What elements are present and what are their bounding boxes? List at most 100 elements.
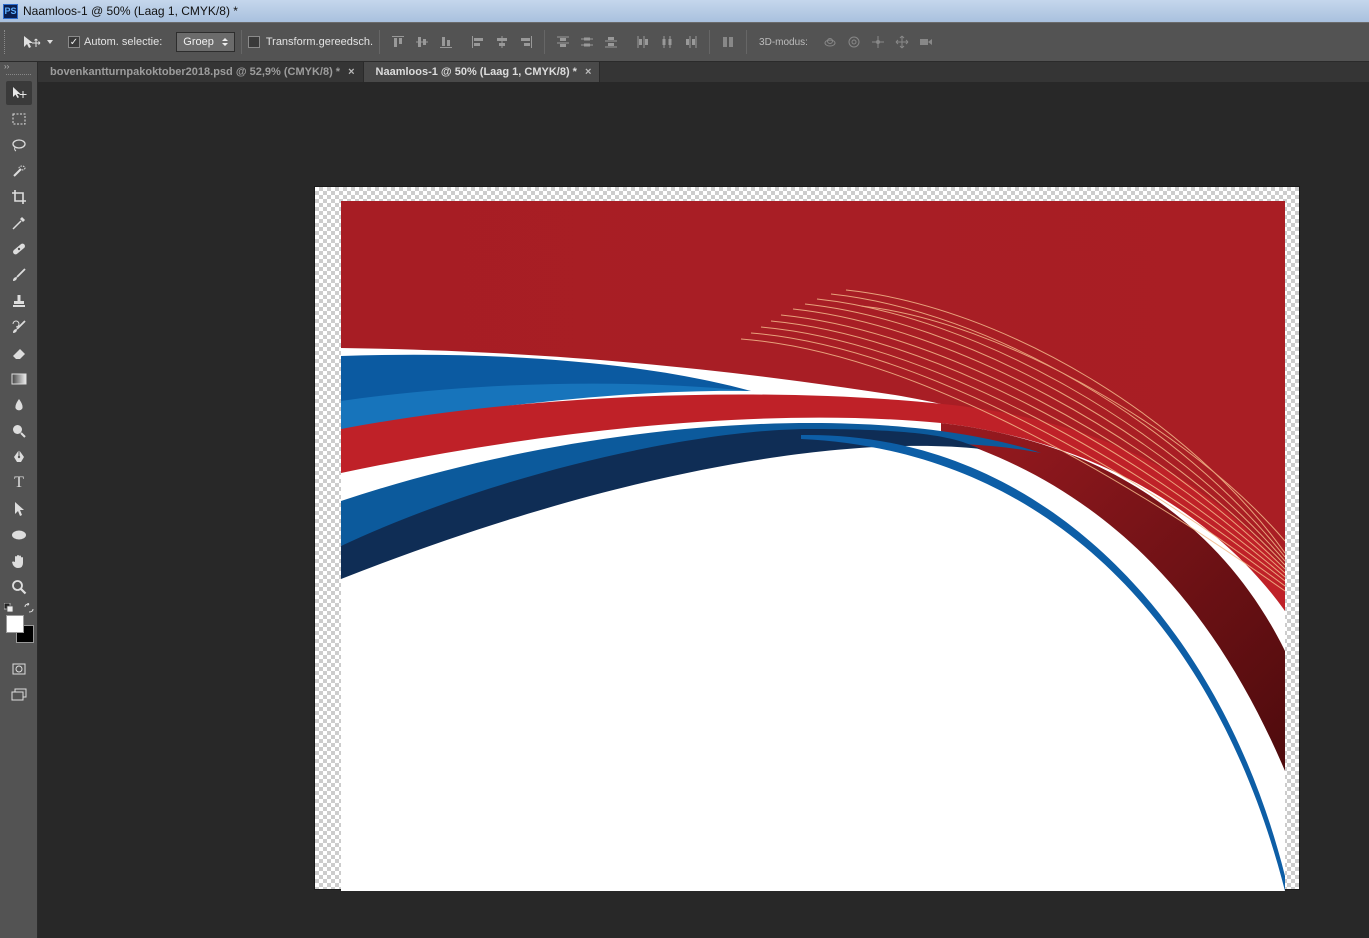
blur-tool[interactable] (6, 393, 32, 417)
distribute-vcenter-icon (581, 37, 594, 47)
distribute-left-icon (637, 36, 649, 48)
auto-select-target-dropdown[interactable]: Groep (176, 32, 235, 52)
hand-tool[interactable] (6, 549, 32, 573)
default-colors-icon[interactable] (4, 603, 14, 613)
quick-selection-icon (13, 165, 26, 177)
distribute-top-button[interactable] (553, 32, 573, 52)
tab-label: Naamloos-1 @ 50% (Laag 1, CMYK/8) * (375, 66, 577, 78)
artwork-image (341, 201, 1285, 891)
eyedropper-tool[interactable] (6, 211, 32, 235)
3d-rotate-icon (824, 38, 836, 47)
brush-tool[interactable] (6, 263, 32, 287)
distribute-right-button[interactable] (681, 32, 701, 52)
options-bar-grip[interactable] (4, 30, 8, 54)
swap-colors-icon[interactable] (24, 603, 34, 613)
auto-align-layers-button[interactable] (718, 32, 738, 52)
3d-pan-button[interactable] (868, 32, 888, 52)
zoom-tool[interactable] (6, 575, 32, 599)
title-bar: PS Naamloos-1 @ 50% (Laag 1, CMYK/8) * (0, 0, 1369, 22)
crop-tool[interactable] (6, 185, 32, 209)
gradient-icon (11, 373, 27, 385)
tab-label: bovenkantturnpakoktober2018.psd @ 52,9% … (50, 66, 341, 78)
photoshop-app-icon: PS (3, 3, 18, 19)
3d-camera-icon (919, 39, 932, 45)
tab-naamloos-1[interactable]: Naamloos-1 @ 50% (Laag 1, CMYK/8) * × (363, 62, 601, 82)
tool-preset-picker[interactable] (22, 34, 54, 50)
stamp-icon (13, 295, 25, 307)
rectangular-marquee-tool[interactable] (6, 107, 32, 131)
3d-scale-button[interactable] (916, 32, 936, 52)
spot-healing-tool[interactable] (6, 237, 32, 261)
magnifier-icon (12, 580, 27, 595)
eraser-tool[interactable] (6, 341, 32, 365)
3d-mode-label: 3D-modus: (759, 36, 808, 48)
align-left-edges-button[interactable] (468, 32, 488, 52)
align-top-icon (392, 36, 405, 47)
quick-mask-button[interactable] (6, 657, 32, 681)
align-right-icon (521, 36, 533, 48)
tab-bovenkantturnpak[interactable]: bovenkantturnpakoktober2018.psd @ 52,9% … (38, 62, 364, 82)
drop-icon (15, 399, 23, 411)
tools-panel-grip[interactable] (6, 74, 31, 77)
quick-selection-tool[interactable] (6, 159, 32, 183)
distribute-left-button[interactable] (633, 32, 653, 52)
bandage-icon (13, 243, 25, 255)
distribute-vcenter-button[interactable] (577, 32, 597, 52)
transform-controls-checkbox[interactable] (247, 36, 260, 48)
pen-tool[interactable] (6, 445, 32, 469)
document-tabs: bovenkantturnpakoktober2018.psd @ 52,9% … (38, 62, 1369, 82)
dodge-tool[interactable] (6, 419, 32, 443)
close-icon[interactable]: × (348, 66, 354, 78)
separator (746, 30, 748, 54)
move-tool[interactable] (6, 81, 32, 105)
document-canvas[interactable] (314, 186, 1300, 891)
canvas-workspace[interactable] (38, 82, 1369, 938)
3d-slide-button[interactable] (892, 32, 912, 52)
eraser-icon (13, 349, 25, 359)
dodge-icon (13, 425, 26, 438)
distribute-bottom-button[interactable] (601, 32, 621, 52)
align-vcenter-icon (416, 37, 429, 47)
pen-icon (14, 450, 24, 462)
auto-align-icon (723, 37, 734, 47)
align-left-icon (472, 36, 484, 48)
marquee-icon (12, 113, 26, 125)
collapse-panel-icon[interactable]: ›› (0, 62, 37, 72)
history-brush-icon (12, 320, 26, 333)
align-bottom-edges-button[interactable] (436, 32, 456, 52)
eyedropper-icon (12, 217, 25, 230)
quick-mask-icon (12, 663, 26, 675)
brush-icon (13, 268, 26, 281)
type-tool[interactable]: T (6, 471, 32, 495)
distribute-hcenter-icon (662, 36, 672, 48)
chevron-down-icon (47, 40, 53, 44)
path-selection-icon (15, 502, 24, 516)
gradient-tool[interactable] (6, 367, 32, 391)
foreground-color-swatch[interactable] (6, 615, 24, 633)
transform-controls-label: Transform.gereedsch. (265, 36, 374, 48)
distribute-bottom-icon (605, 37, 618, 48)
separator (544, 30, 546, 54)
history-brush-tool[interactable] (6, 315, 32, 339)
lasso-tool[interactable] (6, 133, 32, 157)
separator (709, 30, 711, 54)
close-icon[interactable]: × (585, 66, 591, 78)
move-tool-icon (24, 36, 41, 48)
path-selection-tool[interactable] (6, 497, 32, 521)
align-horizontal-centers-button[interactable] (492, 32, 512, 52)
separator (379, 30, 381, 54)
3d-roll-button[interactable] (844, 32, 864, 52)
auto-select-label: Autom. selectie: (84, 36, 163, 48)
align-vertical-centers-button[interactable] (412, 32, 432, 52)
screen-mode-button[interactable] (6, 683, 32, 707)
align-top-edges-button[interactable] (388, 32, 408, 52)
separator (240, 30, 242, 54)
distribute-hcenter-button[interactable] (657, 32, 677, 52)
3d-rotate-button[interactable] (820, 32, 840, 52)
auto-select-checkbox[interactable]: ✓ (68, 36, 80, 48)
clone-stamp-tool[interactable] (6, 289, 32, 313)
align-right-edges-button[interactable] (516, 32, 536, 52)
crop-icon (12, 190, 26, 204)
align-hcenter-icon (497, 36, 508, 48)
ellipse-tool[interactable] (6, 523, 32, 547)
